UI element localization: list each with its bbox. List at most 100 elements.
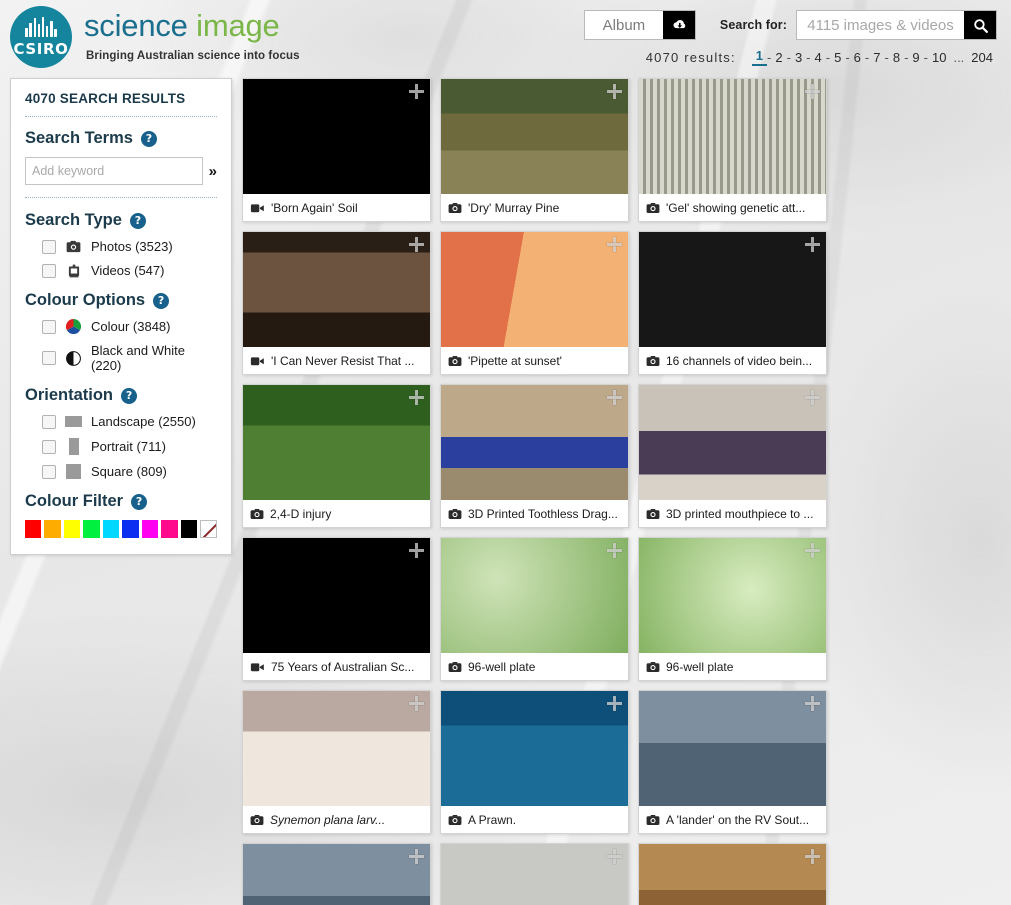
result-thumbnail[interactable] [441,79,628,194]
portrait-checkbox[interactable] [42,439,56,454]
result-tile[interactable]: 96-well plate [440,537,629,681]
add-to-album-plus-icon[interactable] [607,543,622,558]
result-thumbnail[interactable] [441,538,628,653]
page-link-4[interactable]: 4 [811,50,826,65]
keyword-input[interactable] [25,157,203,185]
colour-swatch-yellow[interactable] [63,520,81,538]
filter-option-colour[interactable]: Colour (3848) [42,319,217,334]
colour-swatch-red[interactable] [25,520,42,538]
page-link-5[interactable]: 5 [830,50,845,65]
add-to-album-plus-icon[interactable] [409,84,424,99]
result-tile[interactable]: A Prawn. [440,690,629,834]
page-link-3[interactable]: 3 [791,50,806,65]
result-tile[interactable]: 'Dry' Murray Pine [440,78,629,222]
add-to-album-plus-icon[interactable] [805,84,820,99]
help-icon[interactable]: ? [121,387,138,404]
page-link-6[interactable]: 6 [850,50,865,65]
result-thumbnail[interactable] [243,79,430,194]
keyword-submit-icon[interactable]: » [209,164,217,179]
result-thumbnail[interactable] [243,844,430,905]
bw-checkbox[interactable] [42,351,56,365]
page-link-8[interactable]: 8 [889,50,904,65]
filter-option-videos[interactable]: Videos (547) [42,263,217,278]
result-thumbnail[interactable] [243,385,430,500]
add-to-album-plus-icon[interactable] [805,390,820,405]
add-to-album-plus-icon[interactable] [409,390,424,405]
search-icon[interactable] [964,11,996,39]
album-button[interactable]: Album [583,10,696,40]
help-icon[interactable]: ? [140,130,157,147]
search-input[interactable] [797,11,964,39]
result-tile[interactable]: 'Gel' showing genetic att... [638,78,827,222]
add-to-album-plus-icon[interactable] [607,390,622,405]
add-to-album-plus-icon[interactable] [607,237,622,252]
result-tile[interactable]: A 'lander' on the RV Sout... [638,690,827,834]
colour-swatch-cyan[interactable] [102,520,120,538]
add-to-album-plus-icon[interactable] [607,696,622,711]
result-thumbnail[interactable] [639,232,826,347]
add-to-album-plus-icon[interactable] [805,849,820,864]
result-thumbnail[interactable] [639,385,826,500]
landscape-checkbox[interactable] [42,414,56,429]
result-thumbnail[interactable] [639,79,826,194]
result-thumbnail[interactable] [243,691,430,806]
result-thumbnail[interactable] [441,844,628,905]
result-thumbnail[interactable] [243,232,430,347]
filter-option-landscape[interactable]: Landscape (2550) [42,414,217,429]
filter-option-portrait[interactable]: Portrait (711) [42,438,217,455]
result-tile[interactable]: A 'lander' on the RV Sout... [242,843,431,905]
result-tile[interactable]: 2,4-D injury [242,384,431,528]
colour-swatch-black[interactable] [180,520,198,538]
cloud-download-icon[interactable] [662,11,695,39]
colour-swatch-pink[interactable] [161,520,178,538]
page-link-9[interactable]: 9 [908,50,923,65]
result-thumbnail[interactable] [639,844,826,905]
result-thumbnail[interactable] [243,538,430,653]
filter-option-photos[interactable]: Photos (3523) [42,239,217,254]
result-tile[interactable]: 'Born Again' Soil [242,78,431,222]
add-to-album-plus-icon[interactable] [409,237,424,252]
result-tile[interactable]: 3D printed mouthpiece to ... [638,384,827,528]
result-thumbnail[interactable] [441,691,628,806]
result-tile[interactable]: 'I Can Never Resist That ... [242,231,431,375]
result-thumbnail[interactable] [639,691,826,806]
page-link-1[interactable]: 1 [751,48,768,66]
colour-swatch-orange[interactable] [44,520,61,538]
colour-swatch-magenta[interactable] [141,520,159,538]
result-thumbnail[interactable] [441,385,628,500]
page-link-7[interactable]: 7 [869,50,884,65]
page-link-2[interactable]: 2 [771,50,786,65]
result-tile[interactable]: A 120 ton ore truck at th... [638,843,827,905]
result-tile[interactable]: 'Pipette at sunset' [440,231,629,375]
result-tile[interactable]: 96-well plate [638,537,827,681]
add-to-album-plus-icon[interactable] [409,543,424,558]
filter-option-bw[interactable]: Black and White (220) [42,343,217,373]
photos-checkbox[interactable] [42,239,56,254]
help-icon[interactable]: ? [153,292,170,309]
colour-swatch-none[interactable] [200,520,218,538]
result-thumbnail[interactable] [441,232,628,347]
filter-option-square[interactable]: Square (809) [42,464,217,479]
add-to-album-plus-icon[interactable] [805,696,820,711]
help-icon[interactable]: ? [131,493,148,510]
help-icon[interactable]: ? [129,212,146,229]
result-tile[interactable]: 75 Years of Australian Sc... [242,537,431,681]
result-tile[interactable]: A 'wet' laboratory [440,843,629,905]
add-to-album-plus-icon[interactable] [805,237,820,252]
add-to-album-plus-icon[interactable] [409,849,424,864]
result-tile[interactable]: 16 channels of video bein... [638,231,827,375]
add-to-album-plus-icon[interactable] [409,696,424,711]
colour-swatch-blue[interactable] [122,520,139,538]
colour-checkbox[interactable] [42,319,56,334]
search-box[interactable] [796,10,997,40]
add-to-album-plus-icon[interactable] [607,849,622,864]
page-link-10[interactable]: 10 [928,50,950,65]
result-tile[interactable]: 3D Printed Toothless Drag... [440,384,629,528]
add-to-album-plus-icon[interactable] [607,84,622,99]
square-checkbox[interactable] [42,464,56,479]
result-thumbnail[interactable] [639,538,826,653]
add-to-album-plus-icon[interactable] [805,543,820,558]
page-link-last[interactable]: 204 [967,50,997,65]
colour-swatch-green[interactable] [83,520,100,538]
videos-checkbox[interactable] [42,263,56,278]
